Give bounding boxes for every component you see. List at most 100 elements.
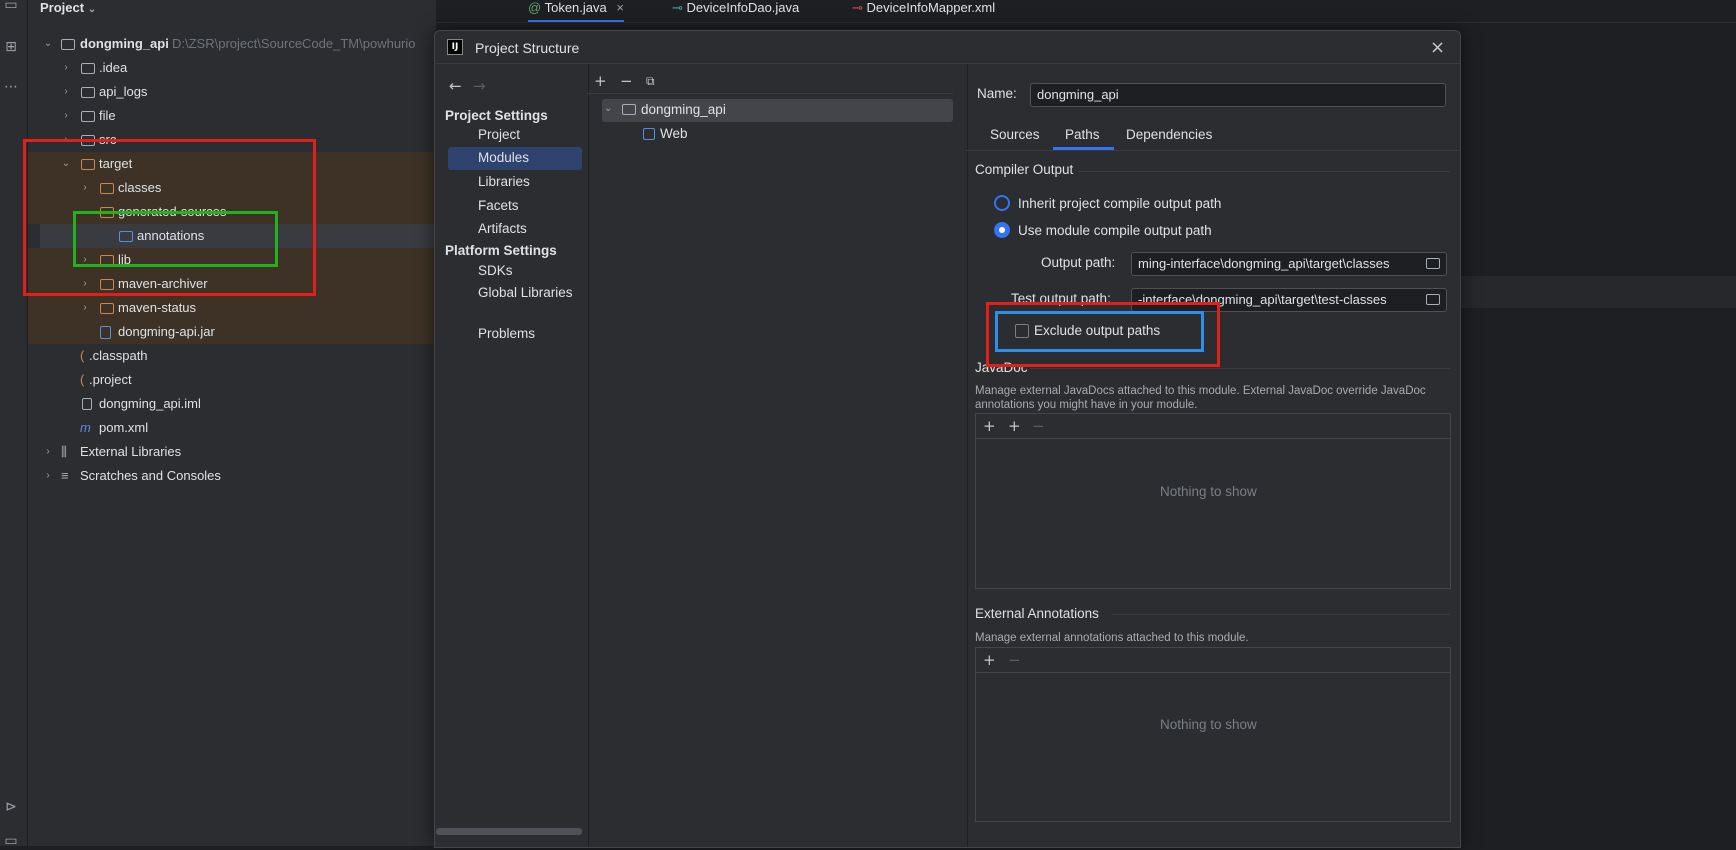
- structure-icon[interactable]: ⊞: [2, 38, 20, 56]
- sidebar-item-sdks[interactable]: SDKs: [478, 260, 513, 282]
- browse-folder-icon[interactable]: [1426, 258, 1440, 269]
- generated-source-folder-icon: [119, 231, 133, 242]
- test-output-path-field[interactable]: -interface\dongming_api\target\test-clas…: [1131, 288, 1447, 312]
- module-folder-icon: [61, 39, 75, 50]
- tab-paths[interactable]: Paths: [1065, 127, 1100, 142]
- remove-icon[interactable]: −: [620, 73, 633, 89]
- platform-settings-heading: Platform Settings: [445, 243, 557, 258]
- editor-tab-bar: @ Token.java × ⊸ DeviceInfoDao.java ⊸ De…: [436, 0, 1736, 23]
- tab-sources[interactable]: Sources: [990, 127, 1040, 142]
- module-tree-item-web[interactable]: Web: [660, 126, 688, 141]
- tree-item[interactable]: ⌄ generated-sources: [28, 200, 436, 224]
- output-path-field[interactable]: ming-interface\dongming_api\target\class…: [1131, 252, 1447, 276]
- javadoc-heading: JavaDoc: [975, 360, 1028, 375]
- tree-item[interactable]: › classes: [28, 176, 436, 200]
- external-annotations-heading: External Annotations: [975, 606, 1099, 621]
- tree-item-selected[interactable]: annotations: [40, 224, 436, 248]
- tree-item-label: src: [99, 132, 117, 147]
- add-url-icon[interactable]: +: [1008, 418, 1021, 434]
- terminal-icon[interactable]: ▭: [2, 832, 20, 850]
- tree-item[interactable]: ( .project: [28, 368, 436, 392]
- tree-item[interactable]: › maven-status: [28, 296, 436, 320]
- more-icon[interactable]: ⋯: [2, 78, 20, 96]
- close-icon[interactable]: ×: [1430, 37, 1445, 58]
- tree-item-label: Scratches and Consoles: [80, 468, 221, 483]
- remove-icon[interactable]: −: [1008, 652, 1021, 668]
- horizontal-scrollbar[interactable]: [436, 828, 582, 835]
- name-field[interactable]: dongming_api: [1030, 83, 1446, 107]
- chevron-down-icon: ⌄: [87, 4, 97, 15]
- sidebar-item-modules[interactable]: Modules: [478, 147, 529, 169]
- back-arrow-icon[interactable]: ←: [449, 78, 462, 94]
- use-module-radio[interactable]: [994, 222, 1010, 238]
- add-icon[interactable]: +: [983, 652, 996, 668]
- iml-file-icon: [82, 398, 92, 410]
- sidebar-item-artifacts[interactable]: Artifacts: [478, 218, 527, 240]
- sidebar-item-libraries[interactable]: Libraries: [478, 171, 530, 193]
- tree-item[interactable]: › ≡ Scratches and Consoles: [28, 464, 436, 488]
- chevron-right-icon: ›: [83, 254, 87, 265]
- excluded-folder-icon: [100, 255, 114, 266]
- sidebar-item-project[interactable]: Project: [478, 124, 520, 146]
- tree-item[interactable]: ⌄ target: [28, 152, 436, 176]
- tree-item[interactable]: dongming-api.jar: [28, 320, 436, 344]
- inherit-radio[interactable]: [994, 195, 1010, 211]
- tool-window-strip: ▭ ⊞ ⋯ ⊳ ▭: [0, 0, 28, 849]
- intellij-logo-icon: IJ: [447, 39, 463, 55]
- tree-item[interactable]: ⌄ dongming_api D:\ZSR\project\SourceCode…: [28, 32, 436, 56]
- folder-icon[interactable]: ▭: [2, 0, 20, 14]
- tree-item[interactable]: ( .classpath: [28, 344, 436, 368]
- exclude-output-label[interactable]: Exclude output paths: [1034, 323, 1160, 338]
- sidebar-item-global-libraries[interactable]: Global Libraries: [478, 282, 573, 304]
- external-annotations-list: + − Nothing to show: [975, 647, 1451, 822]
- tree-item-label: dongming_api.iml: [99, 396, 201, 411]
- annotation-icon: @: [528, 0, 542, 15]
- tree-item[interactable]: › maven-archiver: [28, 272, 436, 296]
- tab-deviceinfomapper-xml[interactable]: ⊸ DeviceInfoMapper.xml: [852, 0, 995, 20]
- tree-item[interactable]: › api_logs: [28, 80, 436, 104]
- close-icon[interactable]: ×: [616, 0, 624, 15]
- tree-item[interactable]: › src: [28, 128, 436, 152]
- list-toolbar-divider: [976, 672, 1450, 673]
- tree-item[interactable]: › file: [28, 104, 436, 128]
- maven-icon: m: [80, 420, 91, 435]
- dialog-title: Project Structure: [475, 40, 580, 56]
- exclude-output-checkbox[interactable]: [1015, 324, 1029, 338]
- sidebar-item-problems[interactable]: Problems: [478, 323, 535, 345]
- tree-item[interactable]: › lib: [28, 248, 436, 272]
- tab-deviceinfodao-java[interactable]: ⊸ DeviceInfoDao.java: [672, 0, 799, 20]
- web-facet-icon: [643, 128, 655, 140]
- chevron-down-icon: ⌄: [43, 38, 53, 49]
- add-icon[interactable]: +: [594, 73, 607, 89]
- tree-item[interactable]: m pom.xml: [28, 416, 436, 440]
- chevron-right-icon: ›: [83, 182, 87, 193]
- tree-item-label: file: [99, 108, 116, 123]
- tab-token-java[interactable]: @ Token.java ×: [528, 0, 624, 22]
- tree-item-label: annotations: [137, 228, 205, 243]
- project-view-selector[interactable]: Project ⌄: [40, 0, 96, 16]
- radio-dot: [999, 227, 1005, 233]
- tree-item[interactable]: › ⫼ External Libraries: [28, 440, 436, 464]
- browse-folder-icon[interactable]: [1426, 294, 1440, 305]
- tree-item-label: classes: [118, 180, 162, 195]
- services-icon[interactable]: ⊳: [2, 798, 20, 816]
- tree-item-label: .idea: [99, 60, 128, 75]
- copy-icon[interactable]: ⧉: [646, 73, 655, 89]
- add-icon[interactable]: +: [983, 418, 996, 434]
- compiler-output-heading: Compiler Output: [975, 162, 1074, 177]
- tab-dependencies[interactable]: Dependencies: [1126, 127, 1212, 142]
- forward-arrow-icon[interactable]: →: [473, 78, 486, 94]
- tree-item-label: maven-status: [118, 300, 197, 315]
- editor-caret-line: [1459, 276, 1736, 308]
- tree-item-label: dongming-api.jar: [118, 324, 215, 339]
- tab-label: DeviceInfoDao.java: [686, 0, 800, 15]
- inherit-option-label[interactable]: Inherit project compile output path: [1018, 196, 1221, 211]
- use-module-option-label[interactable]: Use module compile output path: [1018, 223, 1212, 238]
- sidebar-item-facets[interactable]: Facets: [478, 195, 519, 217]
- section-divider: [1078, 171, 1450, 172]
- test-output-path-label: Test output path:: [1011, 291, 1111, 306]
- remove-icon[interactable]: −: [1032, 418, 1045, 434]
- tree-item[interactable]: dongming_api.iml: [28, 392, 436, 416]
- jar-icon: [100, 326, 111, 339]
- tree-item[interactable]: › .idea: [28, 56, 436, 80]
